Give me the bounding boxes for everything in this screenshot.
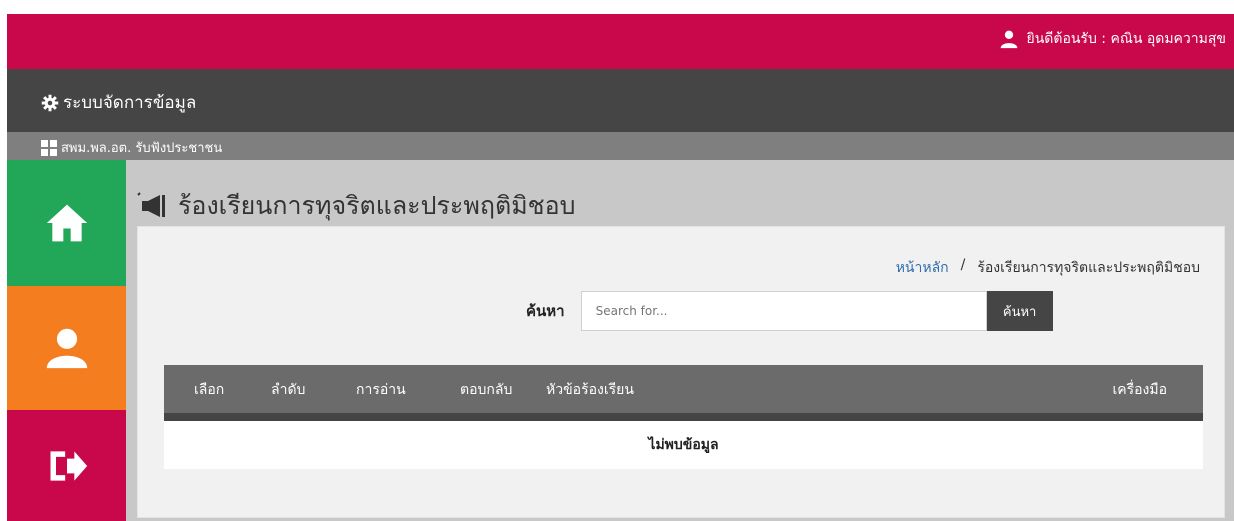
complaints-table: เลือก ลำดับ การอ่าน ตอบกลับ หัวข้อร้องเร… [164,365,1203,469]
sidebar-item-logout[interactable] [7,410,126,521]
megaphone-icon [137,192,165,217]
table-header-divider [164,413,1203,421]
welcome-text: ยินดีต้อนรับ : คณิน อุดมความสุข [1026,31,1227,47]
column-header-reply[interactable]: ตอบกลับ [460,379,512,401]
table-empty-row: ไม่พบข้อมูล [164,421,1203,469]
search-button[interactable]: ค้นหา [986,291,1053,331]
content-panel: หน้าหลัก / ร้องเรียนการทุจริตและประพฤติม… [137,226,1225,518]
search-input[interactable] [580,291,987,331]
system-title[interactable]: ระบบจัดการข้อมูล [41,89,196,116]
page-title: ร้องเรียนการทุจริตและประพฤติมิชอบ [178,191,576,220]
home-icon [46,204,87,242]
breadcrumb-home-link[interactable]: หน้าหลัก [896,257,949,279]
sidebar-item-home[interactable] [7,160,126,286]
column-header-select[interactable]: เลือก [194,379,224,401]
breadcrumb-current: ร้องเรียนการทุจริตและประพฤติมิชอบ [977,260,1200,276]
search-form: ค้นหา ค้นหา [526,291,1053,331]
top-bar: ยินดีต้อนรับ : คณิน อุดมความสุข [7,14,1234,69]
empty-message: ไม่พบข้อมูล [648,437,719,453]
page-heading: ร้องเรียนการทุจริตและประพฤติมิชอบ [136,186,576,226]
column-header-read[interactable]: การอ่าน [356,379,406,401]
sub-bar: สพม.พล.อต. รับฟังประชาชน [7,132,1234,160]
user-icon [1000,30,1017,49]
sub-bar-text: สพม.พล.อต. รับฟังประชาชน [61,141,223,156]
gear-icon [41,94,59,111]
column-header-tools[interactable]: เครื่องมือ [1112,379,1167,401]
welcome-area[interactable]: ยินดีต้อนรับ : คณิน อุดมความสุข [999,28,1227,50]
sidebar-item-profile[interactable] [7,286,126,410]
breadcrumb-separator: / [960,257,966,273]
table-header: เลือก ลำดับ การอ่าน ตอบกลับ หัวข้อร้องเร… [164,365,1203,413]
user-icon [46,328,87,369]
system-bar: ระบบจัดการข้อมูล [7,69,1234,132]
system-title-text: ระบบจัดการข้อมูล [63,93,197,113]
column-header-subject[interactable]: หัวข้อร้องเรียน [546,379,634,401]
breadcrumb: หน้าหลัก / ร้องเรียนการทุจริตและประพฤติม… [896,257,1200,279]
search-label: ค้นหา [526,302,565,320]
main-content: ร้องเรียนการทุจริตและประพฤติมิชอบ หน้าหล… [126,160,1234,521]
grid-icon [41,139,57,156]
column-header-order[interactable]: ลำดับ [271,379,305,401]
logout-icon [50,450,87,481]
sub-bar-label[interactable]: สพม.พล.อต. รับฟังประชาชน [41,137,222,158]
